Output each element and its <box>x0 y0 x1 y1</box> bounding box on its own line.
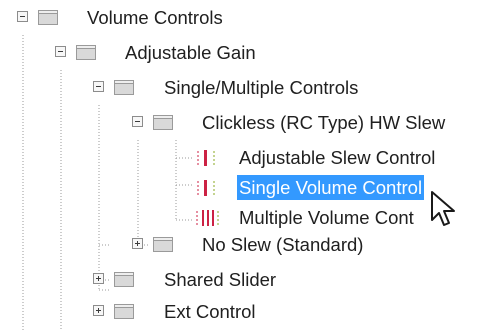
folder-icon <box>153 237 173 252</box>
tree-node-ext-control[interactable]: Ext Control <box>0 294 490 330</box>
folder-icon <box>76 45 96 60</box>
tree-view[interactable]: Volume Controls Adjustable Gain Single/M… <box>0 0 490 330</box>
tree-node-label[interactable]: Adjustable Slew Control <box>237 145 437 170</box>
collapse-toggle[interactable] <box>132 116 143 127</box>
single-slider-icon <box>197 150 215 166</box>
single-slider-icon <box>197 180 215 196</box>
expand-toggle[interactable] <box>93 273 104 284</box>
folder-icon <box>38 10 58 25</box>
expand-toggle[interactable] <box>132 238 143 249</box>
tree-node-volume-controls[interactable]: Volume Controls <box>0 0 490 36</box>
folder-icon <box>114 80 134 95</box>
tree-node-adjustable-gain[interactable]: Adjustable Gain <box>0 35 490 71</box>
collapse-toggle[interactable] <box>55 46 66 57</box>
tree-node-single-multiple-controls[interactable]: Single/Multiple Controls <box>0 70 490 106</box>
tree-node-clickless-hw-slew[interactable]: Clickless (RC Type) HW Slew <box>0 105 490 141</box>
tree-node-label[interactable]: Ext Control <box>162 299 258 324</box>
folder-icon <box>114 304 134 319</box>
tree-node-label[interactable]: No Slew (Standard) <box>200 232 365 257</box>
tree-node-label-selected[interactable]: Single Volume Control <box>237 175 425 200</box>
collapse-toggle[interactable] <box>93 81 104 92</box>
multi-slider-icon <box>196 210 219 226</box>
tree-node-label[interactable]: Adjustable Gain <box>123 40 258 65</box>
expand-toggle[interactable] <box>93 305 104 316</box>
folder-icon <box>114 272 134 287</box>
folder-icon <box>153 115 173 130</box>
tree-node-label[interactable]: Volume Controls <box>85 5 225 30</box>
tree-node-label[interactable]: Shared Slider <box>162 267 278 292</box>
tree-node-label[interactable]: Clickless (RC Type) HW Slew <box>200 110 447 135</box>
mouse-cursor-icon <box>431 191 455 226</box>
tree-node-no-slew-standard[interactable]: No Slew (Standard) <box>0 227 490 263</box>
tree-node-label[interactable]: Single/Multiple Controls <box>162 75 360 100</box>
tree-node-shared-slider[interactable]: Shared Slider <box>0 262 490 298</box>
collapse-toggle[interactable] <box>17 11 28 22</box>
